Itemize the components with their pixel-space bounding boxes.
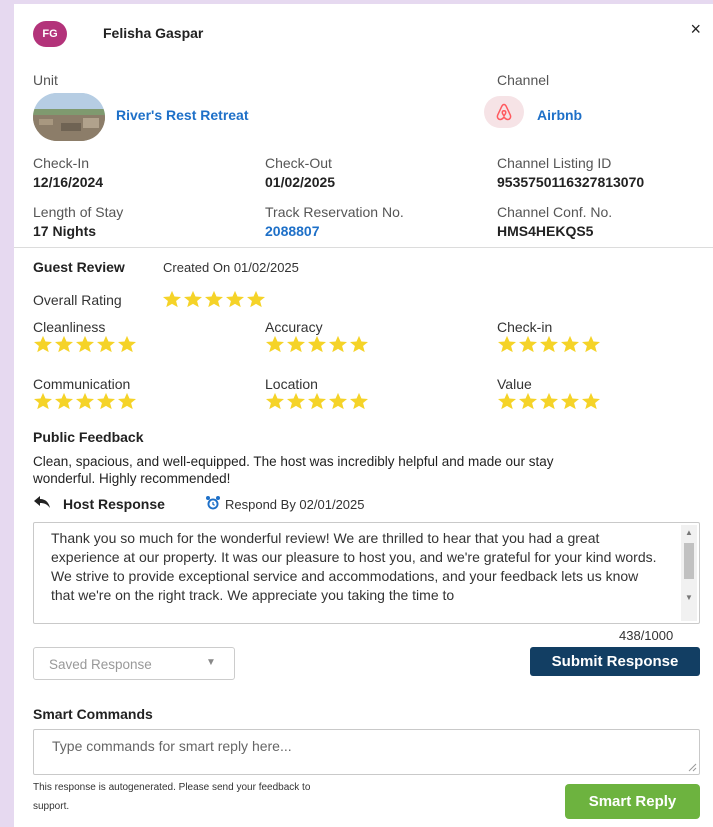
alarm-clock-icon	[205, 495, 221, 516]
check-in-label: Check-In	[33, 155, 90, 171]
star-icon	[34, 335, 52, 353]
resize-handle-icon[interactable]	[688, 763, 697, 772]
star-icon	[247, 290, 265, 308]
listing-id-label: Channel Listing ID	[497, 155, 612, 171]
channel-label: Channel	[497, 72, 550, 88]
review-panel: FG Felisha Gaspar × Unit Channel River's…	[14, 4, 713, 827]
star-icon	[561, 335, 579, 353]
reply-icon	[33, 495, 51, 514]
host-response-title: Host Response	[63, 496, 165, 512]
star-icon	[97, 335, 115, 353]
communication-stars	[33, 392, 137, 410]
unit-label: Unit	[33, 72, 58, 88]
host-response-textarea[interactable]: Thank you so much for the wonderful revi…	[33, 522, 700, 624]
star-icon	[34, 392, 52, 410]
check-in-value: 12/16/2024	[33, 174, 104, 190]
star-icon	[519, 392, 537, 410]
avatar: FG	[33, 21, 67, 47]
value-label: Value	[497, 376, 532, 392]
communication-label: Communication	[33, 376, 131, 392]
airbnb-icon	[484, 96, 524, 128]
star-icon	[350, 392, 368, 410]
accuracy-label: Accuracy	[265, 319, 323, 335]
conf-label: Channel Conf. No.	[497, 204, 613, 220]
conf-value: HMS4HEKQS5	[497, 223, 594, 239]
unit-image	[33, 93, 105, 141]
accuracy-stars	[265, 335, 369, 353]
saved-response-placeholder: Saved Response	[49, 657, 152, 672]
respond-by-date: Respond By 02/01/2025	[225, 497, 365, 512]
smart-command-placeholder: Type commands for smart reply here...	[52, 738, 292, 754]
location-label: Location	[265, 376, 318, 392]
star-icon	[498, 335, 516, 353]
star-icon	[266, 335, 284, 353]
star-icon	[97, 392, 115, 410]
star-icon	[76, 392, 94, 410]
review-created-date: Created On 01/02/2025	[163, 260, 299, 275]
saved-response-select[interactable]: Saved Response ▼	[33, 647, 235, 680]
star-icon	[561, 392, 579, 410]
overall-rating-label: Overall Rating	[33, 292, 122, 308]
location-stars	[265, 392, 369, 410]
autogenerated-note-line-2: support.	[33, 801, 70, 812]
star-icon	[308, 335, 326, 353]
star-icon	[118, 335, 136, 353]
public-feedback-line-2: wonderful. Highly recommended!	[33, 471, 231, 486]
star-icon	[498, 392, 516, 410]
star-icon	[540, 335, 558, 353]
chevron-down-icon[interactable]: ▼	[206, 657, 216, 668]
public-feedback-title: Public Feedback	[33, 429, 144, 445]
star-icon	[287, 335, 305, 353]
stay-label: Length of Stay	[33, 204, 124, 220]
star-icon	[163, 290, 181, 308]
star-icon	[226, 290, 244, 308]
public-feedback-line-1: Clean, spacious, and well-equipped. The …	[33, 454, 554, 469]
star-icon	[287, 392, 305, 410]
star-icon	[519, 335, 537, 353]
char-count: 438/1000	[619, 628, 674, 643]
star-icon	[55, 335, 73, 353]
star-icon	[582, 392, 600, 410]
textarea-scrollbar[interactable]: ▲ ▼	[681, 525, 697, 621]
smart-commands-title: Smart Commands	[33, 706, 153, 722]
star-icon	[205, 290, 223, 308]
cleanliness-stars	[33, 335, 137, 353]
check-in-stars	[497, 335, 601, 353]
close-icon[interactable]: ×	[690, 19, 701, 40]
divider	[14, 247, 713, 248]
channel-name-link[interactable]: Airbnb	[537, 107, 582, 123]
star-icon	[76, 335, 94, 353]
guest-review-title: Guest Review	[33, 259, 125, 275]
check-in-rating-label: Check-in	[497, 319, 553, 335]
overall-rating-stars	[162, 290, 266, 308]
scroll-down-icon[interactable]: ▼	[685, 593, 693, 602]
star-icon	[540, 392, 558, 410]
star-icon	[184, 290, 202, 308]
value-stars	[497, 392, 601, 410]
star-icon	[118, 392, 136, 410]
check-out-value: 01/02/2025	[265, 174, 336, 190]
unit-name-link[interactable]: River's Rest Retreat	[116, 107, 249, 123]
star-icon	[55, 392, 73, 410]
star-icon	[329, 392, 347, 410]
smart-command-input[interactable]: Type commands for smart reply here...	[33, 729, 700, 775]
host-response-text[interactable]: Thank you so much for the wonderful revi…	[51, 529, 661, 621]
listing-id-value: 953575011632781307​0	[497, 174, 645, 190]
star-icon	[329, 335, 347, 353]
smart-reply-button[interactable]: Smart Reply	[565, 784, 700, 819]
star-icon	[350, 335, 368, 353]
cleanliness-label: Cleanliness	[33, 319, 106, 335]
submit-response-button[interactable]: Submit Response	[530, 647, 700, 676]
star-icon	[582, 335, 600, 353]
scroll-thumb[interactable]	[684, 543, 694, 579]
check-out-label: Check-Out	[265, 155, 332, 171]
stay-value: 17 Nights	[33, 223, 97, 239]
star-icon	[266, 392, 284, 410]
track-reservation-link[interactable]: 2088807	[265, 223, 320, 239]
guest-name: Felisha Gaspar	[103, 25, 204, 41]
autogenerated-note-line-1: This response is autogenerated. Please s…	[33, 782, 311, 793]
star-icon	[308, 392, 326, 410]
track-label: Track Reservation No.	[265, 204, 404, 220]
scroll-up-icon[interactable]: ▲	[685, 528, 693, 537]
